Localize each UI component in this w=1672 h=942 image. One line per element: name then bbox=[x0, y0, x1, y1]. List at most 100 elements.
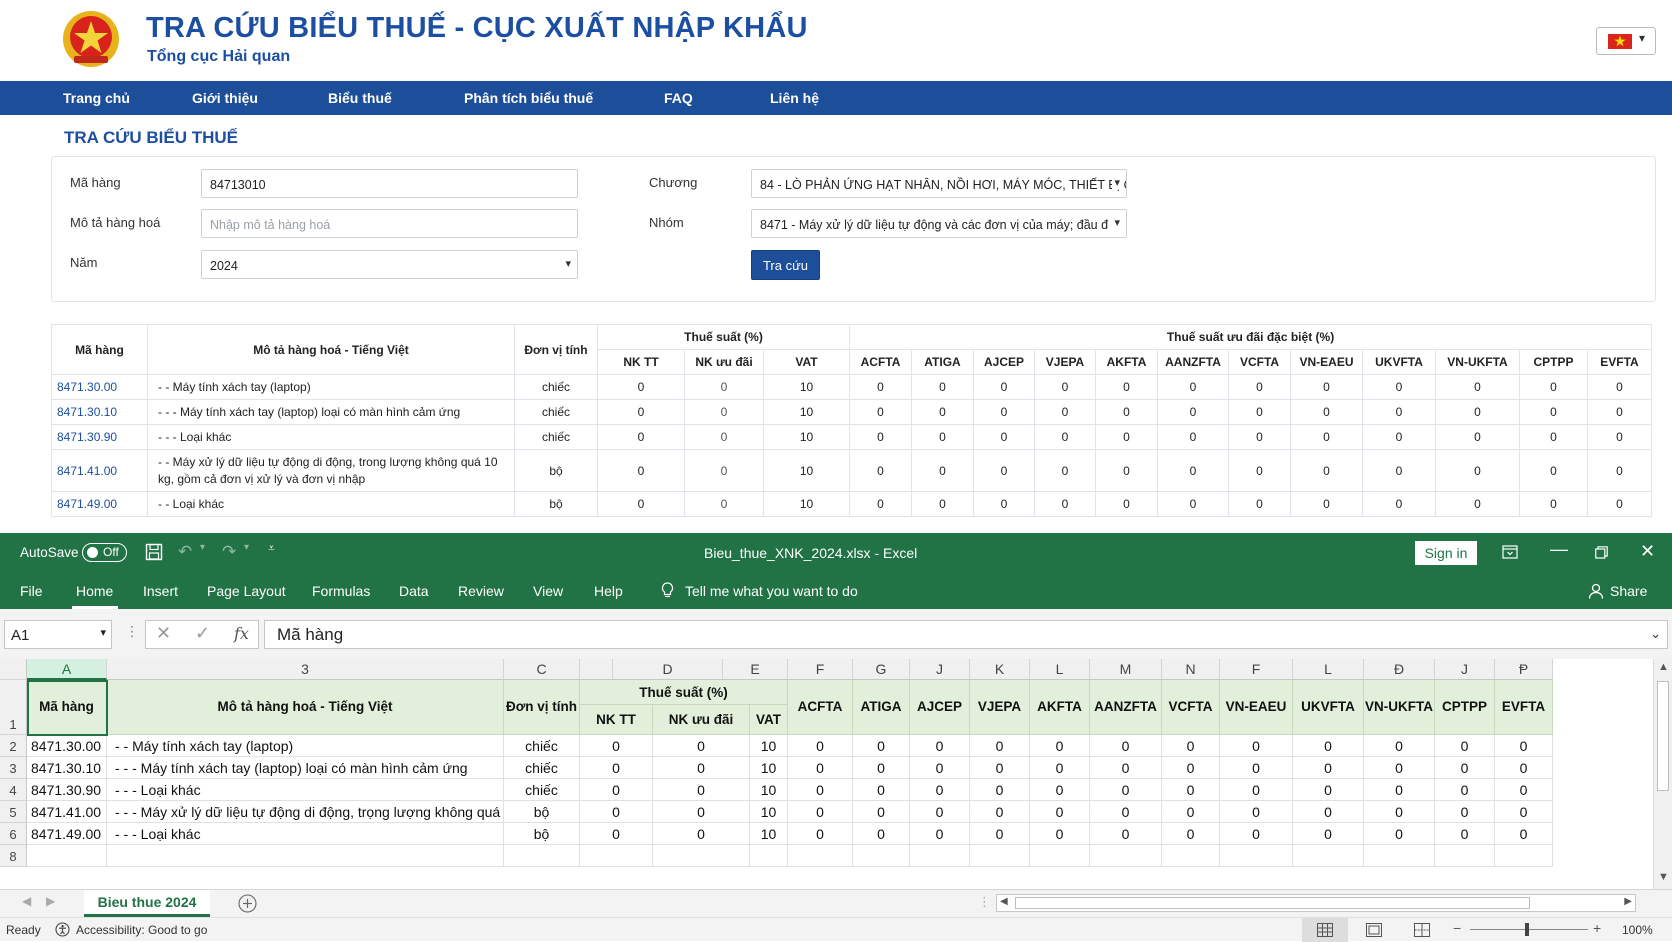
header-fta-col[interactable]: VCFTA bbox=[1162, 680, 1220, 735]
cell-rate[interactable]: 0 bbox=[1030, 735, 1090, 757]
minimize-icon[interactable]: — bbox=[1550, 539, 1568, 560]
cell-empty[interactable] bbox=[1364, 845, 1435, 867]
cell-rate[interactable]: 0 bbox=[580, 823, 653, 845]
prev-sheet-icon[interactable]: ◀ bbox=[22, 894, 31, 908]
cell-rate[interactable]: 0 bbox=[1435, 779, 1495, 801]
cell-empty[interactable] bbox=[653, 845, 750, 867]
scroll-right-icon[interactable]: ▶ bbox=[1624, 896, 1632, 907]
header-fta-col[interactable]: AANZFTA bbox=[1090, 680, 1162, 735]
row-header[interactable]: 6 bbox=[0, 823, 27, 845]
cell-empty[interactable] bbox=[750, 845, 788, 867]
chuong-select[interactable]: 84 - LÒ PHẢN ỨNG HẠT NHÂN, NỒI HƠI, MÁY … bbox=[751, 169, 1127, 198]
hs-code-link[interactable]: 8471.30.10 bbox=[51, 399, 148, 425]
cell-description[interactable]: - - - Máy xử lý dữ liệu tự động di động,… bbox=[107, 801, 504, 823]
header-dvt[interactable]: Đơn vị tính bbox=[504, 680, 580, 735]
cell-rate[interactable]: 0 bbox=[970, 757, 1030, 779]
header-fta-col[interactable]: AJCEP bbox=[910, 680, 970, 735]
column-header[interactable]: 3 bbox=[107, 659, 504, 680]
name-box[interactable]: A1 ▾ bbox=[4, 620, 112, 649]
nav-gioi-thieu[interactable]: Giới thiệu bbox=[192, 90, 258, 106]
page-break-view-icon[interactable] bbox=[1414, 923, 1430, 937]
cell-rate[interactable]: 0 bbox=[1495, 757, 1553, 779]
redo-icon[interactable]: ↷ bbox=[222, 542, 236, 562]
cell-empty[interactable] bbox=[910, 845, 970, 867]
header-fta-col[interactable]: VN-EAEU bbox=[1220, 680, 1293, 735]
cell-rate[interactable]: 0 bbox=[788, 823, 853, 845]
row-header[interactable]: 5 bbox=[0, 801, 27, 823]
cell-rate[interactable]: 0 bbox=[653, 823, 750, 845]
cell-rate[interactable]: 0 bbox=[1030, 779, 1090, 801]
cell-rate[interactable]: 0 bbox=[1495, 735, 1553, 757]
cell-rate[interactable]: 0 bbox=[970, 801, 1030, 823]
tab-formulas[interactable]: Formulas bbox=[312, 583, 370, 599]
formula-input[interactable]: Mã hàng ⌄ bbox=[264, 620, 1668, 649]
tab-file[interactable]: File bbox=[20, 583, 43, 599]
cell-rate[interactable]: 0 bbox=[1220, 757, 1293, 779]
tab-insert[interactable]: Insert bbox=[143, 583, 178, 599]
header-fta-col[interactable]: ATIGA bbox=[853, 680, 910, 735]
cell-rate[interactable]: 0 bbox=[1435, 801, 1495, 823]
cell-rate[interactable]: 0 bbox=[1293, 801, 1364, 823]
save-icon[interactable] bbox=[145, 543, 163, 561]
cell-rate[interactable]: 0 bbox=[1364, 779, 1435, 801]
cell-empty[interactable] bbox=[27, 845, 107, 867]
row-header[interactable]: 1 bbox=[0, 680, 27, 735]
column-header[interactable]: M bbox=[1090, 659, 1162, 680]
cell-rate[interactable]: 0 bbox=[1293, 779, 1364, 801]
scroll-thumb[interactable] bbox=[1657, 681, 1669, 791]
cell-unit[interactable]: chiếc bbox=[504, 757, 580, 779]
cell-rate[interactable]: 0 bbox=[910, 823, 970, 845]
column-header[interactable]: G bbox=[853, 659, 910, 680]
header-fta-col[interactable]: ACFTA bbox=[788, 680, 853, 735]
nav-trang-chu[interactable]: Trang chủ bbox=[63, 90, 130, 106]
cell-code[interactable]: 8471.41.00 bbox=[27, 801, 107, 823]
restore-icon[interactable] bbox=[1595, 546, 1608, 559]
cell-rate[interactable]: 0 bbox=[580, 735, 653, 757]
hs-code-link[interactable]: 8471.41.00 bbox=[51, 449, 148, 492]
cell-rate[interactable]: 0 bbox=[1030, 757, 1090, 779]
cell-empty[interactable] bbox=[107, 845, 504, 867]
cell-rate[interactable]: 0 bbox=[580, 779, 653, 801]
nam-select[interactable]: 2024 ▾ bbox=[201, 250, 578, 279]
nav-faq[interactable]: FAQ bbox=[664, 90, 693, 106]
header-fta-col[interactable]: CPTPP bbox=[1435, 680, 1495, 735]
cell-rate[interactable]: 0 bbox=[1030, 823, 1090, 845]
nav-lien-he[interactable]: Liên hệ bbox=[770, 90, 819, 106]
column-header[interactable]: F bbox=[1220, 659, 1293, 680]
cell-rate[interactable]: 0 bbox=[910, 757, 970, 779]
cell-empty[interactable] bbox=[788, 845, 853, 867]
normal-view-button[interactable] bbox=[1302, 918, 1348, 942]
column-header[interactable]: Ᵽ bbox=[1495, 659, 1553, 680]
cell-empty[interactable] bbox=[504, 845, 580, 867]
tab-data[interactable]: Data bbox=[399, 583, 429, 599]
tab-review[interactable]: Review bbox=[458, 583, 504, 599]
cell-empty[interactable] bbox=[1435, 845, 1495, 867]
page-layout-view-icon[interactable] bbox=[1366, 923, 1382, 937]
cell-unit[interactable]: bộ bbox=[504, 823, 580, 845]
cell-rate[interactable]: 0 bbox=[1162, 757, 1220, 779]
row-header[interactable]: 3 bbox=[0, 757, 27, 779]
cell-rate[interactable]: 0 bbox=[970, 735, 1030, 757]
tab-help[interactable]: Help bbox=[594, 583, 623, 599]
cell-description[interactable]: - - - Máy tính xách tay (laptop) loại có… bbox=[107, 757, 504, 779]
scroll-thumb[interactable] bbox=[1015, 897, 1530, 909]
cell-rate[interactable]: 0 bbox=[1364, 757, 1435, 779]
language-select[interactable]: ▾ bbox=[1596, 27, 1656, 55]
insert-function-icon[interactable]: fx bbox=[234, 624, 249, 643]
column-header[interactable] bbox=[580, 659, 613, 680]
column-header[interactable]: N bbox=[1162, 659, 1220, 680]
cell-empty[interactable] bbox=[970, 845, 1030, 867]
row-header[interactable]: 4 bbox=[0, 779, 27, 801]
hs-code-link[interactable]: 8471.30.90 bbox=[51, 424, 148, 450]
cell-rate[interactable]: 0 bbox=[1293, 735, 1364, 757]
cell-unit[interactable]: chiếc bbox=[504, 779, 580, 801]
column-header[interactable]: K bbox=[970, 659, 1030, 680]
scroll-left-icon[interactable]: ◀ bbox=[1000, 896, 1008, 907]
cell-rate[interactable]: 0 bbox=[580, 801, 653, 823]
cell-rate[interactable]: 0 bbox=[1435, 823, 1495, 845]
cell-rate[interactable]: 0 bbox=[910, 735, 970, 757]
column-header[interactable]: A bbox=[27, 659, 107, 680]
customize-toolbar-icon[interactable]: ⩡ bbox=[268, 541, 275, 556]
cell-rate[interactable]: 0 bbox=[1162, 823, 1220, 845]
cell-rate[interactable]: 10 bbox=[750, 823, 788, 845]
